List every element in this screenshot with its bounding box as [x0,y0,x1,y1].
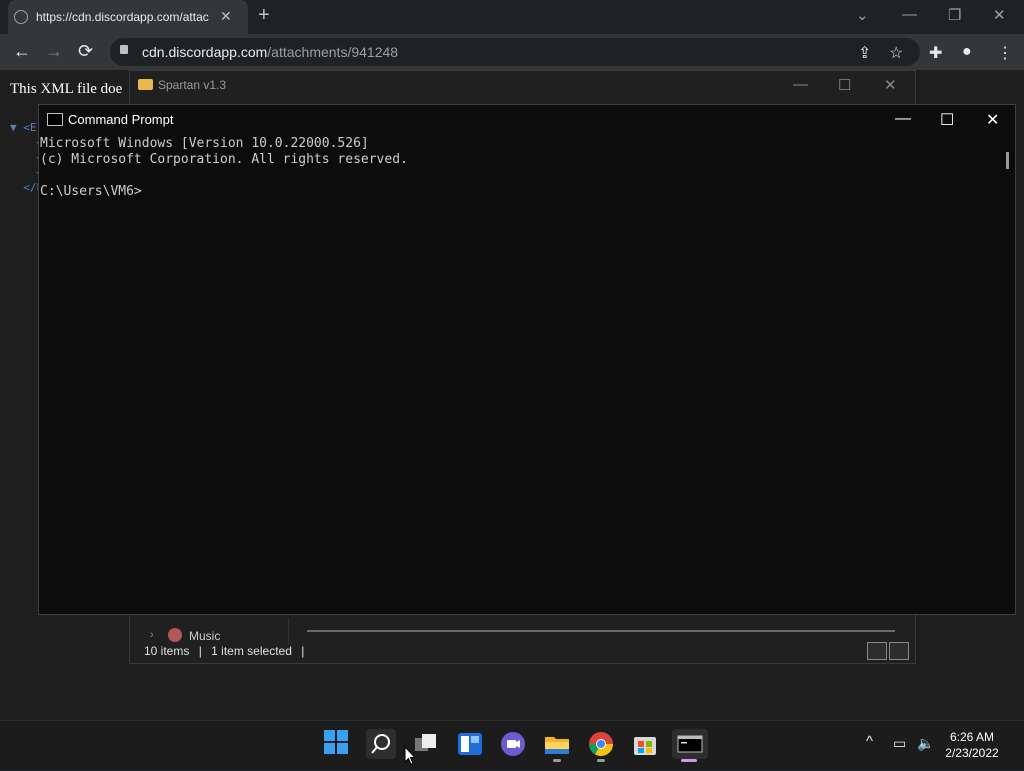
bookmark-star-icon[interactable]: ☆ [889,43,903,63]
clock[interactable]: 6:26 AM 2/23/2022 [935,729,1009,761]
browser-restore-button[interactable]: ❐ [948,6,961,24]
chrome-icon [589,732,613,757]
explorer-title: Spartan v1.3 [158,78,227,92]
running-indicator [553,759,561,762]
share-icon[interactable]: ⇪ [858,43,871,63]
clock-date: 2/23/2022 [945,746,999,760]
extensions-icon[interactable]: ✚ [929,43,942,63]
search-button[interactable] [366,729,396,759]
folder-icon [138,79,153,90]
back-button[interactable]: ← [13,41,31,62]
volume-icon[interactable]: 🔈 [917,735,934,752]
tab-search-icon[interactable]: ⌄ [856,6,869,24]
cmd-icon[interactable] [47,113,63,126]
tab-close-icon[interactable]: ✕ [220,8,232,25]
details-view-icon[interactable] [867,642,887,660]
terminal-icon [677,735,703,753]
chrome-button[interactable] [586,729,616,759]
widgets-icon [458,733,482,755]
folder-icon [545,737,569,754]
pane-divider[interactable] [288,618,289,644]
search-icon [371,734,390,754]
nav-item-music[interactable]: Music [189,629,220,643]
browser-minimize-button[interactable]: — [902,6,917,23]
cmd-close-button[interactable]: ✕ [986,110,999,130]
explorer-status-bar: 10 items | 1 item selected | [144,644,304,658]
menu-icon[interactable]: ⋮ [997,43,1013,63]
status-separator: | [198,644,202,658]
profile-icon[interactable]: ● [962,43,972,61]
horizontal-scrollbar[interactable] [307,630,895,632]
reload-button[interactable]: ⟳ [78,41,93,62]
status-selected: 1 item selected [211,644,292,658]
url-path: /attachments/941248 [267,44,399,60]
new-tab-button[interactable]: + [258,4,270,27]
cmd-maximize-button[interactable]: ☐ [940,110,954,130]
explorer-maximize-button[interactable]: ☐ [838,76,851,94]
music-icon [168,628,182,642]
store-icon [634,737,656,755]
chevron-right-icon[interactable]: › [150,629,154,641]
file-explorer-button[interactable] [542,729,572,759]
cmd-minimize-button[interactable]: — [895,110,911,128]
cmd-scrollbar[interactable] [1006,152,1009,169]
explorer-close-button[interactable]: ✕ [884,76,897,94]
large-icons-view-icon[interactable] [889,642,909,660]
widgets-button[interactable] [455,729,485,759]
cmd-titlebar[interactable] [39,105,1015,135]
network-icon[interactable]: ▭ [893,735,906,752]
chat-icon [501,732,525,756]
explorer-minimize-button[interactable]: — [793,76,808,93]
start-button[interactable] [323,729,353,759]
status-item-count: 10 items [144,644,190,658]
running-indicator [597,759,605,762]
cmd-title: Command Prompt [68,112,174,127]
mouse-cursor [404,745,417,771]
xml-note: This XML file doe [10,81,123,97]
url-host: cdn.discordapp.com [142,44,268,60]
url-text[interactable]: cdn.discordapp.com/attachments/941248 [142,44,398,60]
active-indicator [681,759,697,762]
globe-icon [14,10,28,24]
status-separator: | [301,644,305,658]
lock-icon[interactable] [120,45,128,54]
chat-button[interactable] [498,729,528,759]
forward-button[interactable]: → [45,41,63,62]
tray-overflow-icon[interactable]: ^ [866,733,873,750]
windows-logo-icon [324,730,348,754]
store-button[interactable] [630,729,660,759]
terminal-button[interactable] [672,729,708,759]
tab-title: https://cdn.discordapp.com/attac [36,10,209,24]
clock-time: 6:26 AM [949,730,995,744]
browser-close-button[interactable]: ✕ [993,6,1006,24]
cmd-output[interactable]: Microsoft Windows [Version 10.0.22000.52… [40,136,408,200]
